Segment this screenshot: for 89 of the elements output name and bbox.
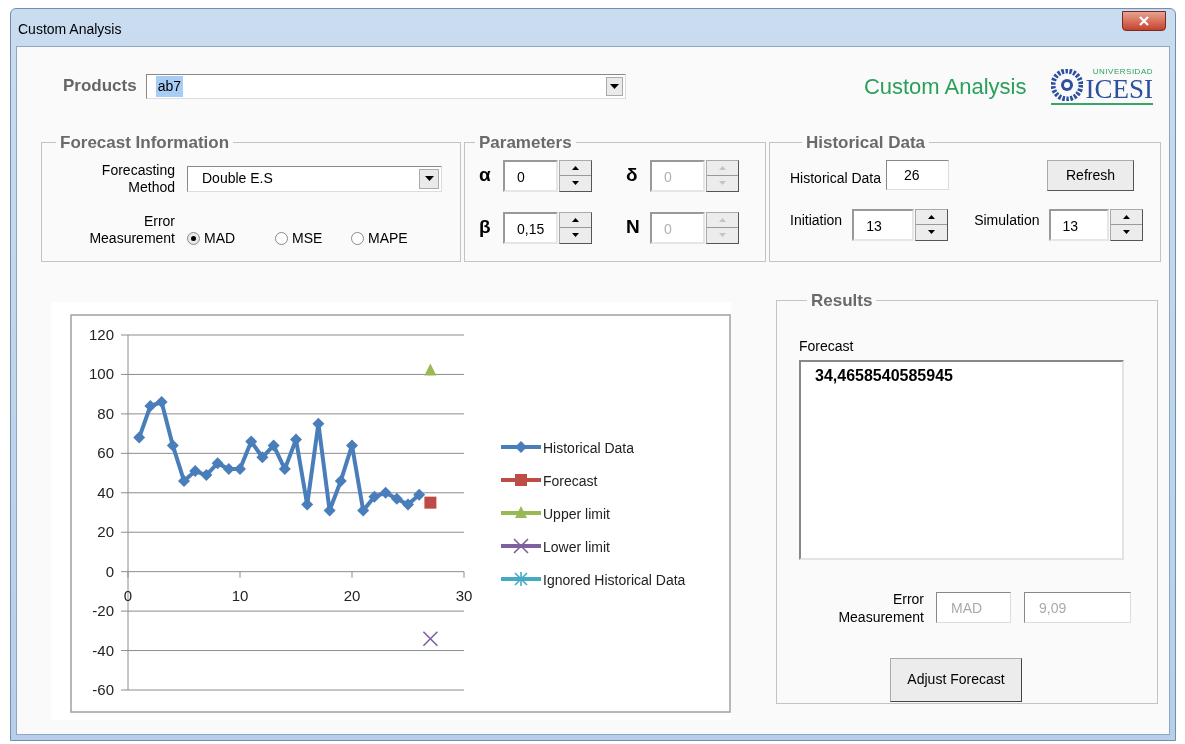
forecast-value: 34,4658540585945 [815,366,953,384]
data-point [379,486,392,499]
data-point [166,439,179,452]
spin-buttons[interactable] [559,211,592,244]
field-label: Historical Data [790,168,882,188]
data-point [424,363,437,376]
close-button[interactable] [1122,10,1166,31]
axis-tick-label: 60 [97,444,114,462]
historical-count-field[interactable]: 26 [886,160,950,190]
parameter-symbol: δ [626,163,639,188]
refresh-button[interactable]: Refresh [1047,159,1134,191]
axis-tick-label: 20 [343,586,361,604]
data-point [222,463,235,476]
field-label: Forecasting Method [100,161,175,196]
axis-tick-label: 80 [97,404,114,422]
axis-tick-label: 120 [88,326,114,343]
number-field[interactable]: 0,15 [503,211,558,244]
legend-label: Upper limit [543,506,610,522]
data-point [256,451,269,464]
window-title: Custom Analysis [18,20,122,39]
axis-tick-label: -60 [92,681,114,698]
legend-label: Historical Data [543,440,635,456]
axis-tick-label: 10 [231,586,249,604]
legend-label: Forecast [543,473,598,489]
spin-buttons[interactable] [559,159,592,192]
data-point [234,463,246,476]
data-point [312,417,325,430]
data-point [211,457,224,470]
axis-tick-label: 0 [123,586,133,604]
data-point [245,435,258,448]
parameter-symbol: β [479,215,492,240]
data-point [200,469,213,482]
forecast-output-box[interactable]: 34,4658540585945 [799,359,1124,560]
field-label: Products [63,75,137,98]
axis-tick-label: 20 [97,523,114,541]
radio-button[interactable] [275,231,288,245]
data-point [334,474,347,487]
data-point [422,630,439,647]
data-point [144,400,157,412]
dropdown-value: ab7 [155,75,184,97]
field-label: Simulation [974,211,1040,230]
adjust-forecast-button[interactable]: Adjust Forecast [890,657,1022,702]
field-label: Initiation [790,211,843,230]
axis-tick-label: -40 [92,641,114,659]
spin-buttons[interactable] [706,211,739,244]
data-point [323,504,336,517]
data-point [402,498,414,511]
spin-buttons[interactable] [915,208,949,241]
data-point [178,474,190,487]
data-point [290,433,302,446]
data-point [357,504,370,517]
axis-tick-label: 100 [88,365,114,383]
radio-option[interactable]: MAPE [351,227,411,249]
close-icon [1139,15,1149,26]
number-field[interactable]: 13 [1048,208,1109,241]
data-point [267,439,280,452]
app-heading: Custom Analysis [863,72,1027,101]
data-point [155,396,168,409]
data-point [278,463,291,476]
axis-tick-label: 0 [105,562,114,580]
data-point [133,431,146,444]
university-logo: UNIVERSIDAD ICESI [1050,67,1153,105]
axis-tick-label: 30 [455,586,473,604]
axis-tick-label: -20 [92,602,114,620]
legend-label: Ignored Historical Data [543,572,686,588]
data-point [424,496,437,509]
parameter-symbol: α [479,163,492,188]
field-label: Forecast [799,336,855,356]
number-field[interactable]: 0 [503,159,558,192]
radio-option[interactable]: MAD [187,227,275,249]
spin-buttons[interactable] [1109,208,1143,241]
data-point [368,490,381,503]
data-point [390,492,403,505]
product-dropdown[interactable]: ab7 [145,73,626,99]
radio-button[interactable] [187,231,200,245]
method-dropdown[interactable]: Double E.S [187,165,442,192]
parameter-symbol: N [626,215,641,240]
data-point [189,465,202,478]
spin-buttons[interactable] [706,159,739,192]
radio-button[interactable] [351,231,364,245]
field-label: Error Measurement [837,589,924,626]
field-label: Error Measurement [88,213,175,247]
data-point [301,498,314,511]
data-point [413,488,426,501]
legend-label: Lower limit [543,539,610,555]
number-field[interactable]: 13 [852,208,915,241]
radio-option[interactable]: MSE [275,227,351,249]
axis-tick-label: 40 [97,483,114,501]
data-point [346,439,358,452]
